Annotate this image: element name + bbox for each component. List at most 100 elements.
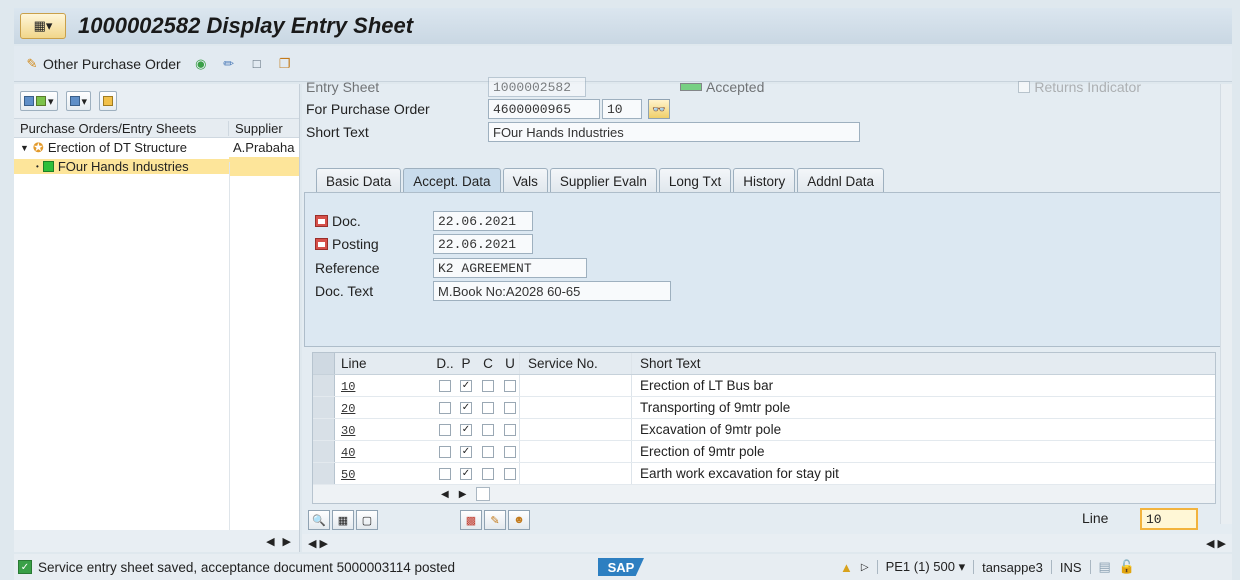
line-number-cell[interactable]: 10 xyxy=(335,378,433,394)
status-message[interactable]: Service entry sheet saved, acceptance do… xyxy=(38,560,455,575)
tab-supplier-evaln[interactable]: Supplier Evaln xyxy=(549,168,657,194)
col-header-line[interactable]: Line xyxy=(335,356,433,371)
edit-pencil-icon[interactable]: ✏ xyxy=(221,56,237,72)
scroll-right-icon[interactable]: ▶ xyxy=(283,535,291,548)
col-header-short-text[interactable]: Short Text xyxy=(631,353,1215,374)
p-checkbox[interactable]: ✓ xyxy=(460,379,472,392)
col-header-c[interactable]: C xyxy=(479,356,497,371)
d-checkbox[interactable] xyxy=(439,445,451,458)
layout-icon[interactable]: ▤ xyxy=(1099,559,1111,575)
scroll-thumb[interactable] xyxy=(476,487,491,501)
row-selector[interactable] xyxy=(313,419,335,440)
contract-button[interactable]: ☻ xyxy=(508,510,530,530)
scroll-right-icon[interactable]: ▶ xyxy=(459,489,467,500)
table-row[interactable]: 50 ✓ Earth work excavation for stay pit xyxy=(313,463,1215,485)
deselect-all-button[interactable]: ▢ xyxy=(356,510,378,530)
col-header-supplier[interactable]: Supplier xyxy=(229,121,283,136)
c-checkbox[interactable] xyxy=(482,423,494,436)
c-checkbox[interactable] xyxy=(482,401,494,414)
table-row[interactable]: 40 ✓ Erection of 9mtr pole xyxy=(313,441,1215,463)
row-selector[interactable] xyxy=(313,397,335,418)
u-checkbox[interactable] xyxy=(504,445,516,458)
u-checkbox[interactable] xyxy=(504,423,516,436)
row-selector[interactable] xyxy=(313,463,335,484)
line-number-cell[interactable]: 50 xyxy=(335,466,433,482)
find-button[interactable]: ▾ xyxy=(20,91,58,111)
service-selection-button[interactable]: ▩ xyxy=(460,510,482,530)
layout-button[interactable]: ▾ xyxy=(65,91,92,111)
service-no-cell[interactable] xyxy=(519,441,631,462)
doc-text-field[interactable]: M.Book No:A2028 60-65 xyxy=(433,281,671,301)
table-horizontal-scrollbar[interactable]: ◀ ▶ xyxy=(313,485,1215,503)
c-checkbox[interactable] xyxy=(482,467,494,480)
scroll-left-icon[interactable]: ◀ xyxy=(441,489,449,500)
po-number-field[interactable]: 4600000965 xyxy=(488,99,600,119)
line-number-cell[interactable]: 30 xyxy=(335,422,433,438)
scroll-arrows-left[interactable]: ◀ ▶ xyxy=(308,537,328,550)
tab-history[interactable]: History xyxy=(733,168,796,194)
line-number-link[interactable]: 10 xyxy=(341,380,355,394)
col-header-d[interactable]: D.. xyxy=(433,356,457,371)
short-text-cell[interactable]: Transporting of 9mtr pole xyxy=(631,397,1215,418)
lightbulb-icon[interactable]: ▲ xyxy=(840,560,853,575)
col-header-u[interactable]: U xyxy=(501,356,519,371)
short-text-field[interactable]: FOur Hands Industries xyxy=(488,122,860,142)
tab-accept-data[interactable]: Accept. Data xyxy=(403,168,501,194)
play-icon[interactable]: ▷ xyxy=(861,562,869,573)
tab-vals[interactable]: Vals xyxy=(502,168,548,194)
scroll-arrows-right[interactable]: ◀ ▶ xyxy=(1206,537,1226,550)
expand-arrow-icon[interactable]: ▼ xyxy=(20,143,29,153)
line-position-input[interactable]: 10 xyxy=(1140,508,1198,530)
left-horizontal-scrollbar[interactable]: ◀ ▶ xyxy=(14,530,299,552)
po-display-button[interactable]: 👓 xyxy=(648,99,670,119)
model-specification-button[interactable]: ✎ xyxy=(484,510,506,530)
returns-indicator-checkbox[interactable] xyxy=(1018,81,1031,93)
service-no-cell[interactable] xyxy=(519,419,631,440)
line-number-cell[interactable]: 20 xyxy=(335,400,433,416)
table-row[interactable]: 30 ✓ Excavation of 9mtr pole xyxy=(313,419,1215,441)
copy-icon[interactable]: ❐ xyxy=(277,56,293,72)
service-no-cell[interactable] xyxy=(519,463,631,484)
row-selector[interactable] xyxy=(313,375,335,396)
table-row[interactable]: 20 ✓ Transporting of 9mtr pole xyxy=(313,397,1215,419)
u-checkbox[interactable] xyxy=(504,467,516,480)
system-name[interactable]: PE1 (1) 500 ▾ xyxy=(886,559,966,575)
panel-horizontal-scrollbar[interactable]: ◀ ▶ ◀ ▶ xyxy=(302,534,1232,552)
select-all-cell[interactable] xyxy=(313,353,335,374)
c-checkbox[interactable] xyxy=(482,445,494,458)
reference-field[interactable]: K2 AGREEMENT xyxy=(433,258,587,278)
select-all-button[interactable]: ▦ xyxy=(332,510,354,530)
p-checkbox[interactable]: ✓ xyxy=(460,467,472,480)
p-checkbox[interactable]: ✓ xyxy=(460,445,472,458)
d-checkbox[interactable] xyxy=(439,401,451,414)
release-strategy-icon[interactable]: ◉ xyxy=(193,56,209,72)
d-checkbox[interactable] xyxy=(439,379,451,392)
vertical-scrollbar[interactable] xyxy=(1220,84,1232,524)
p-checkbox[interactable]: ✓ xyxy=(460,423,472,436)
system-menu-button[interactable]: ▦▾ xyxy=(20,13,66,39)
posting-date-field[interactable]: 22.06.2021 xyxy=(433,234,533,254)
lock-icon[interactable]: 🔓 xyxy=(1119,559,1135,575)
c-checkbox[interactable] xyxy=(482,379,494,392)
line-number-link[interactable]: 30 xyxy=(341,424,355,438)
service-no-cell[interactable] xyxy=(519,375,631,396)
short-text-cell[interactable]: Erection of LT Bus bar xyxy=(631,375,1215,396)
col-header-p[interactable]: P xyxy=(457,356,475,371)
details-button[interactable]: 🔍 xyxy=(308,510,330,530)
col-header-po[interactable]: Purchase Orders/Entry Sheets xyxy=(14,120,229,136)
insert-mode[interactable]: INS xyxy=(1060,560,1082,575)
row-selector[interactable] xyxy=(313,441,335,462)
d-checkbox[interactable] xyxy=(439,467,451,480)
d-checkbox[interactable] xyxy=(439,423,451,436)
po-item-field[interactable]: 10 xyxy=(602,99,642,119)
line-number-link[interactable]: 40 xyxy=(341,446,355,460)
tab-addnl-data[interactable]: Addnl Data xyxy=(797,168,885,194)
line-number-link[interactable]: 20 xyxy=(341,402,355,416)
table-row[interactable]: 10 ✓ Erection of LT Bus bar xyxy=(313,375,1215,397)
new-document-icon[interactable]: □ xyxy=(249,56,265,72)
col-header-service-no[interactable]: Service No. xyxy=(519,353,631,374)
short-text-cell[interactable]: Excavation of 9mtr pole xyxy=(631,419,1215,440)
u-checkbox[interactable] xyxy=(504,379,516,392)
other-purchase-order-button[interactable]: ✎ Other Purchase Order xyxy=(24,56,181,72)
line-number-link[interactable]: 50 xyxy=(341,468,355,482)
